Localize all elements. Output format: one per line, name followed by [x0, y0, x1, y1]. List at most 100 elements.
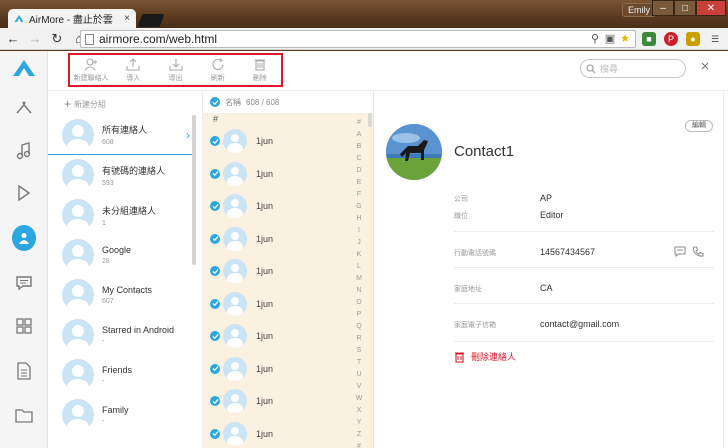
alphabet-letter[interactable]: L [357, 261, 361, 273]
menu-icon[interactable]: ☰ [708, 32, 722, 46]
pinterest-icon[interactable]: P [664, 32, 678, 46]
contact-list-scrollbar[interactable] [368, 113, 372, 127]
alphabet-letter[interactable]: V [357, 381, 362, 393]
alphabet-letter[interactable]: Z [357, 429, 361, 441]
zoom-icon[interactable]: ⚲ [589, 33, 601, 45]
row-checkbox[interactable] [210, 396, 220, 406]
row-checkbox[interactable] [210, 363, 220, 374]
forward-arrow-icon[interactable]: → [28, 31, 42, 46]
sidebar-item-folders[interactable] [12, 403, 36, 427]
group-item[interactable]: 所有連絡人 608 › [48, 115, 196, 155]
contact-row[interactable]: 1jun [203, 255, 353, 287]
refresh-button[interactable]: 刷新 [197, 55, 239, 85]
sidebar-item-music[interactable] [12, 139, 36, 163]
alphabet-letter[interactable]: F [357, 189, 361, 201]
alphabet-letter[interactable]: T [357, 357, 361, 369]
select-all-checkbox[interactable] [210, 97, 220, 107]
alphabet-letter[interactable]: B [357, 141, 362, 153]
delete-contact-button[interactable]: 刪除連絡人 [454, 350, 516, 363]
import-button[interactable]: 導入 [112, 55, 154, 85]
group-item[interactable]: 未分組連絡人 1 [48, 195, 196, 235]
group-item[interactable]: Family - [48, 395, 196, 435]
bookmark-star-icon[interactable]: ★ [619, 33, 631, 45]
group-item[interactable]: My Contacts 607 [48, 275, 196, 315]
close-icon[interactable]: × [698, 59, 712, 74]
back-arrow-icon[interactable]: ← [6, 31, 20, 46]
row-checkbox[interactable] [210, 168, 220, 179]
profile-badge[interactable]: Emily [622, 3, 656, 17]
alphabet-letter[interactable]: M [356, 273, 362, 285]
browser-tab[interactable]: AirMore - 盡止於雲 × [8, 9, 136, 28]
alphabet-letter[interactable]: # [357, 117, 361, 129]
reload-icon[interactable]: ↻ [50, 31, 64, 46]
contact-row[interactable]: 1jun [203, 223, 353, 255]
window-close-button[interactable]: ✕ [696, 0, 726, 16]
export-button[interactable]: 導出 [154, 55, 196, 85]
sidebar-item-documents[interactable] [12, 359, 36, 383]
group-item[interactable]: Google 28 [48, 235, 196, 275]
new-tab-button[interactable] [137, 14, 165, 27]
group-item[interactable]: Starred in Android - [48, 315, 196, 355]
alphabet-letter[interactable]: S [357, 345, 362, 357]
new-group-button[interactable]: + 新建分組 [64, 97, 106, 111]
edit-button[interactable]: 編輯 [685, 120, 713, 132]
contact-row[interactable]: 1jun [203, 288, 353, 320]
alphabet-letter[interactable]: N [356, 285, 361, 297]
row-checkbox[interactable] [210, 136, 220, 146]
contact-row[interactable]: 1jun [203, 418, 353, 448]
extension-robot-icon[interactable]: ■ [642, 32, 656, 46]
sidebar-item-files[interactable] [12, 314, 36, 338]
alphabet-letter[interactable]: # [357, 441, 361, 448]
alphabet-letter[interactable]: E [357, 177, 362, 189]
sms-icon[interactable] [674, 246, 686, 257]
row-checkbox[interactable] [210, 233, 220, 244]
call-icon[interactable] [692, 246, 704, 258]
maximize-button[interactable]: □ [674, 0, 696, 16]
alphabet-letter[interactable]: Y [357, 417, 362, 429]
tab-close-icon[interactable]: × [124, 13, 130, 24]
address-bar[interactable]: airmore.com/web.html ⚲ ▣ ★ [80, 30, 636, 48]
minimize-button[interactable]: – [652, 0, 674, 16]
extension-yellow-icon[interactable]: ● [686, 32, 700, 46]
alphabet-letter[interactable]: P [357, 309, 362, 321]
alphabet-letter[interactable]: W [356, 393, 363, 405]
detail-scrollbar[interactable] [723, 91, 728, 448]
row-checkbox[interactable] [210, 428, 220, 439]
contact-row[interactable]: 1jun [203, 158, 353, 190]
group-item[interactable]: Friends - [48, 355, 196, 395]
alphabet-letter[interactable]: Q [356, 321, 361, 333]
group-avatar [62, 199, 94, 231]
row-checkbox[interactable] [210, 201, 220, 211]
sidebar-item-apps[interactable] [12, 96, 36, 120]
contact-row[interactable]: 1jun [203, 320, 353, 352]
group-item[interactable]: 有號碼的連絡人 593 [48, 155, 196, 195]
screenshot-icon[interactable]: ▣ [604, 33, 616, 45]
alphabet-letter[interactable]: J [357, 237, 361, 249]
row-checkbox[interactable] [210, 298, 220, 309]
alphabet-letter[interactable]: A [357, 129, 362, 141]
alphabet-letter[interactable]: U [356, 369, 361, 381]
sidebar-item-videos[interactable] [12, 181, 36, 205]
contact-row[interactable]: 1jun [203, 385, 353, 417]
sidebar-item-contacts[interactable] [12, 225, 36, 251]
new-contact-button[interactable]: 新建聯絡人 [70, 55, 112, 85]
alphabet-letter[interactable]: D [356, 165, 361, 177]
contact-row[interactable]: 1jun [203, 353, 353, 385]
alphabet-letter[interactable]: G [356, 201, 361, 213]
alphabet-letter[interactable]: O [356, 297, 361, 309]
search-input[interactable]: 搜尋 [580, 59, 686, 78]
alphabet-letter[interactable]: H [356, 213, 361, 225]
upload-icon [126, 57, 140, 71]
row-checkbox[interactable] [210, 331, 220, 341]
alphabet-letter[interactable]: X [357, 405, 362, 417]
contact-row[interactable]: 1jun [203, 190, 353, 222]
alphabet-letter[interactable]: C [356, 153, 361, 165]
contact-row[interactable]: 1jun [203, 125, 353, 157]
alphabet-letter[interactable]: K [357, 249, 362, 261]
sidebar-item-messages[interactable] [12, 271, 36, 295]
groups-scrollbar[interactable] [192, 115, 196, 265]
alphabet-letter[interactable]: R [356, 333, 361, 345]
alphabet-letter[interactable]: I [358, 225, 360, 237]
delete-button[interactable]: 刪除 [239, 55, 281, 85]
row-checkbox[interactable] [210, 266, 220, 276]
